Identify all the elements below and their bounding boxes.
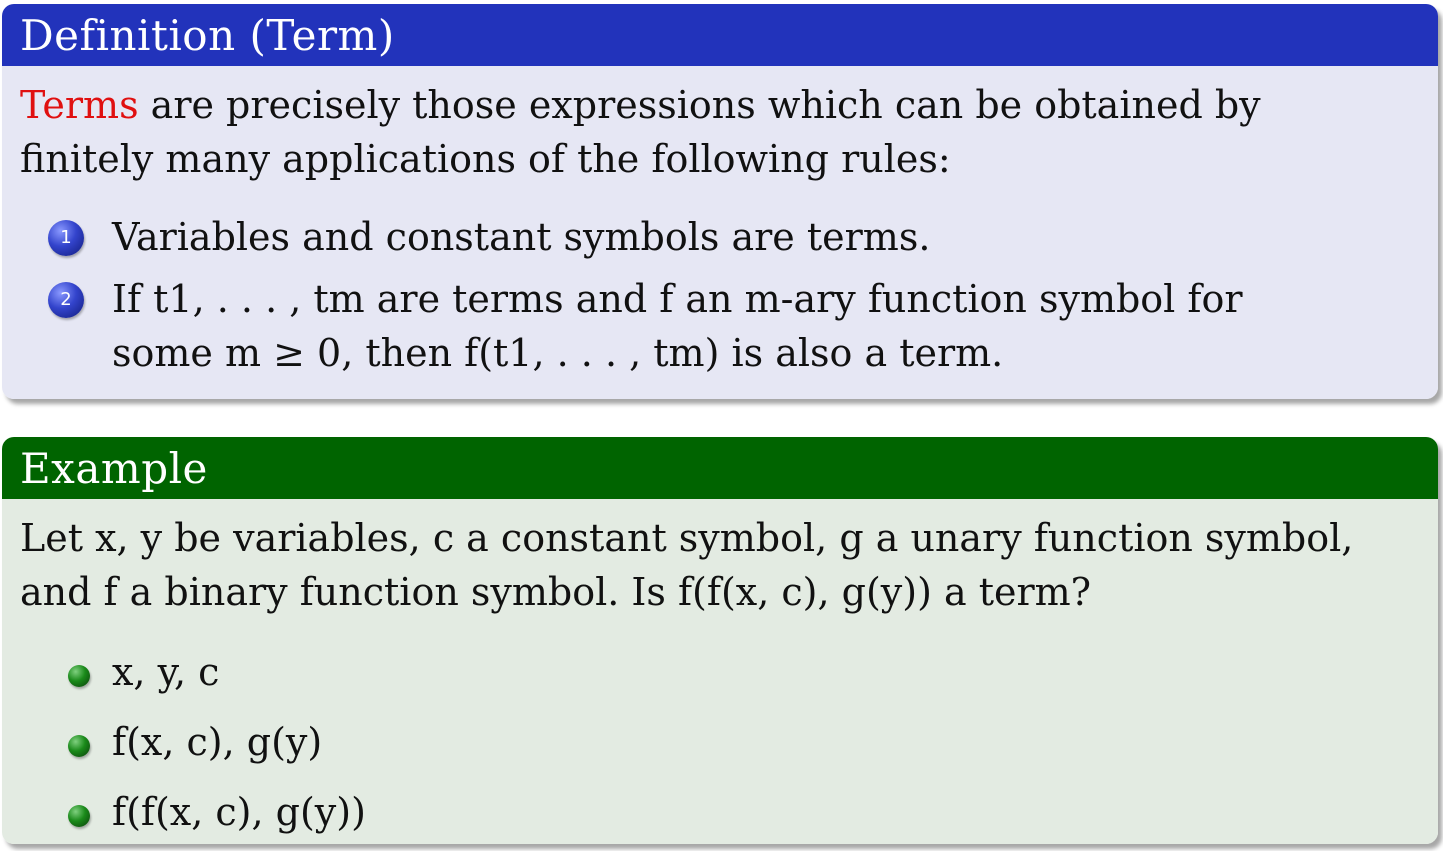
definition-block: Definition (Term) Terms are precisely th… — [2, 4, 1438, 399]
bullet-ball-icon — [68, 735, 90, 757]
rule-text-1: Variables and constant symbols are terms… — [112, 215, 931, 259]
rule-item-1: 1 Variables and constant symbols are ter… — [20, 210, 1420, 264]
list-item-text: x, y, c — [112, 650, 220, 694]
example-title: Example — [2, 437, 1438, 499]
example-line2: and f a binary function symbol. Is f(f(x… — [20, 570, 1092, 614]
example-block: Example Let x, y be variables, c a const… — [2, 437, 1438, 844]
example-list: x, y, c f(x, c), g(y) f(f(x, c), g(y)) — [20, 645, 1420, 844]
bullet-ball-icon — [68, 805, 90, 827]
definition-intro-rest: are precisely those expressions which ca… — [138, 83, 1261, 127]
rules-list: 1 Variables and constant symbols are ter… — [20, 210, 1420, 380]
rule-item-2: 2 If t1, . . . , tm are terms and f an m… — [20, 272, 1420, 380]
definition-body: Terms are precisely those expressions wh… — [2, 66, 1438, 399]
bullet-ball-icon — [68, 665, 90, 687]
list-item: x, y, c — [20, 645, 1420, 715]
enumerate-ball-icon: 2 — [48, 282, 84, 318]
list-item-text: f(f(x, c), g(y)) — [112, 790, 366, 834]
enumerate-ball-icon: 1 — [48, 220, 84, 256]
rule-text-2-line1: If t1, . . . , tm are terms and f an m-a… — [112, 277, 1243, 321]
definition-intro: Terms are precisely those expressions wh… — [20, 78, 1420, 132]
example-line1: Let x, y be variables, c a constant symb… — [20, 516, 1354, 560]
example-body: Let x, y be variables, c a constant symb… — [2, 499, 1438, 844]
list-item-text: f(x, c), g(y) — [112, 720, 323, 764]
rule-text-2-line2: some m ≥ 0, then f(t1, . . . , tm) is al… — [112, 331, 1004, 375]
list-item: f(f(x, c), g(y)) — [20, 785, 1420, 844]
list-item: f(x, c), g(y) — [20, 715, 1420, 785]
terms-highlight: Terms — [20, 83, 139, 127]
definition-title: Definition (Term) — [2, 4, 1438, 66]
definition-intro-line2: finitely many applications of the follow… — [20, 137, 951, 181]
